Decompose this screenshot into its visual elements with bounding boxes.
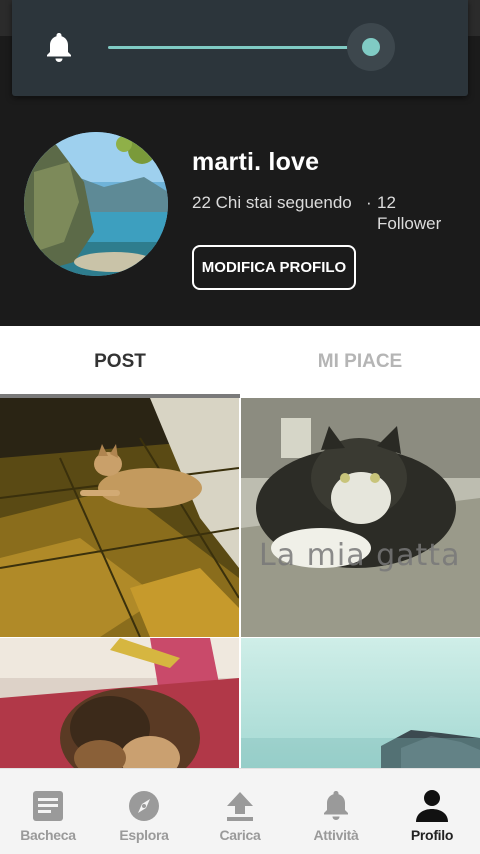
post-tile-dog[interactable]: [0, 398, 239, 637]
post-image: [0, 638, 239, 768]
post-caption: La mia gatta: [259, 538, 461, 573]
nav-label: Esplora: [119, 827, 169, 843]
avatar-image: [24, 132, 168, 276]
volume-slider-thumb[interactable]: [362, 38, 380, 56]
volume-slider-track[interactable]: [108, 46, 371, 49]
profile-tabs: POST MI PIACE: [0, 326, 480, 398]
tab-likes[interactable]: MI PIACE: [240, 326, 480, 398]
profile-stats: 22 Chi stai seguendo · 12 Follower: [192, 192, 462, 233]
stats-separator: ·: [366, 193, 372, 212]
post-tile-landscape[interactable]: [241, 638, 480, 768]
post-image: [0, 398, 239, 637]
volume-panel: [12, 0, 468, 96]
followers-count[interactable]: 12: [377, 192, 396, 213]
feed-icon: [33, 791, 63, 821]
nav-item-profilo[interactable]: Profilo: [384, 769, 480, 854]
nav-item-esplora[interactable]: Esplora: [96, 769, 192, 854]
profile-username: marti. love: [192, 148, 320, 176]
tab-post[interactable]: POST: [0, 326, 240, 398]
nav-label: Carica: [219, 827, 261, 843]
nav-label: Attività: [313, 827, 359, 843]
following-count[interactable]: 22 Chi stai seguendo: [192, 192, 352, 213]
person-icon: [416, 790, 448, 822]
post-image: [241, 638, 480, 768]
post-image: [241, 398, 480, 637]
edit-profile-button[interactable]: MODIFICA PROFILO: [192, 245, 356, 290]
upload-icon: [227, 792, 253, 821]
nav-label: Profilo: [410, 827, 454, 843]
post-grid: La mia gatta: [0, 398, 480, 768]
nav-item-carica[interactable]: Carica: [192, 769, 288, 854]
avatar[interactable]: [24, 132, 168, 276]
post-tile-cat[interactable]: La mia gatta: [241, 398, 480, 637]
nav-label: Bacheca: [20, 827, 76, 843]
bell-icon: [324, 791, 348, 820]
post-tile-sleeping-cat[interactable]: [0, 638, 239, 768]
nav-item-bacheca[interactable]: Bacheca: [0, 769, 96, 854]
nav-item-attivita[interactable]: Attività: [288, 769, 384, 854]
bottom-nav: Bacheca Esplora Carica Attività Profilo: [0, 768, 480, 854]
compass-icon: [129, 791, 159, 821]
followers-label[interactable]: Follower: [377, 213, 441, 234]
bell-icon: [47, 33, 71, 62]
